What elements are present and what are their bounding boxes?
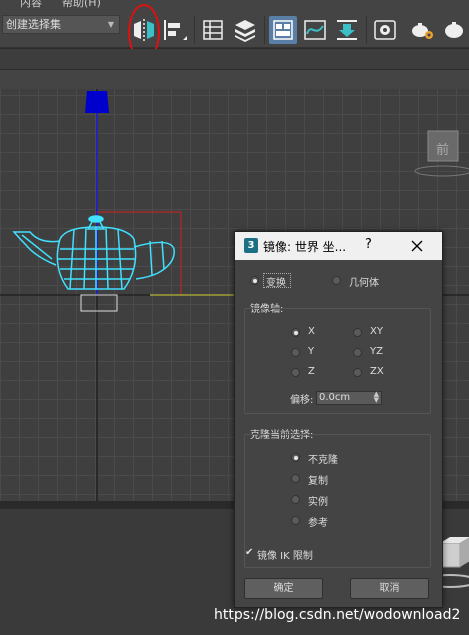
label-axis-yz: YZ	[370, 346, 383, 357]
radio-axis-zx[interactable]	[353, 368, 362, 377]
label-transform: 变换	[266, 278, 286, 289]
dialog-title: 镜像: 世界 坐...	[263, 240, 347, 254]
dialog-title-bar[interactable]: 3 镜像: 世界 坐... ?	[235, 232, 442, 260]
layer-explorer-icon[interactable]	[231, 16, 259, 44]
close-icon	[411, 240, 423, 252]
label-axis-x: X	[308, 326, 315, 337]
selection-set-value: 创建选择集	[6, 18, 61, 31]
radio-reference[interactable]	[291, 516, 300, 525]
render-setup-icon[interactable]	[408, 16, 436, 44]
schematic-view-icon[interactable]	[333, 16, 361, 44]
mirror-dialog: 3 镜像: 世界 坐... ? 变换 几何体 镜像轴: X Y Z XY YZ …	[234, 231, 443, 608]
offset-value: 0.0cm	[319, 392, 351, 403]
radio-transform[interactable]	[250, 276, 259, 285]
radio-no-clone[interactable]	[291, 453, 300, 462]
ik-limit-checkbox[interactable]: ✔	[245, 548, 255, 558]
radio-axis-yz[interactable]	[353, 348, 362, 357]
label-axis-z: Z	[308, 366, 315, 377]
radio-instance[interactable]	[291, 495, 300, 504]
label-axis-xy: XY	[370, 326, 383, 337]
radio-axis-x[interactable]	[291, 328, 300, 337]
radio-geometry[interactable]	[332, 276, 341, 285]
view-cube-label[interactable]: 前	[436, 139, 449, 158]
main-toolbar: 创建选择集 ▼	[0, 10, 469, 48]
app-logo-icon: 3	[244, 238, 258, 253]
cancel-button[interactable]: 取消	[350, 578, 429, 599]
label-reference: 参考	[308, 518, 328, 529]
offset-spinner[interactable]: 0.0cm ▲ ▼	[316, 391, 382, 405]
menu-item-help[interactable]: 帮助(H)	[62, 0, 101, 10]
teapot-object	[12, 215, 175, 290]
align-icon[interactable]	[161, 16, 189, 44]
toggle-ribbon-icon[interactable]	[269, 16, 297, 44]
offset-label: 偏移:	[290, 395, 314, 406]
help-button[interactable]: ?	[365, 237, 372, 252]
chevron-down-icon: ▼	[107, 20, 114, 29]
label-axis-y: Y	[308, 346, 315, 357]
curve-editor-icon[interactable]	[301, 16, 329, 44]
spinner-arrows-icon[interactable]: ▲ ▼	[374, 391, 379, 404]
scene-explorer-icon[interactable]	[199, 16, 227, 44]
label-geometry: 几何体	[349, 278, 379, 289]
command-strip	[0, 49, 469, 70]
label-axis-zx: ZX	[370, 366, 384, 377]
selection-set-dropdown[interactable]: 创建选择集 ▼	[2, 15, 120, 34]
radio-axis-xy[interactable]	[353, 328, 362, 337]
material-editor-icon[interactable]	[371, 16, 399, 44]
close-button[interactable]	[407, 236, 427, 256]
radio-axis-z[interactable]	[291, 368, 300, 377]
ik-limit-label: 镜像 IK 限制	[257, 551, 313, 562]
radio-copy[interactable]	[291, 474, 300, 483]
label-instance: 实例	[308, 497, 328, 508]
radio-axis-y[interactable]	[291, 348, 300, 357]
label-copy: 复制	[308, 476, 328, 487]
rendered-frame-icon[interactable]	[440, 16, 468, 44]
label-no-clone: 不克隆	[308, 455, 338, 466]
watermark-text: https://blog.csdn.net/wodownload2	[214, 607, 461, 623]
viewport-label-strip	[0, 70, 469, 89]
menu-bar: 内容 帮助(H)	[0, 0, 469, 10]
ok-button[interactable]: 确定	[244, 578, 323, 599]
menu-item-content[interactable]: 内容	[20, 0, 42, 10]
